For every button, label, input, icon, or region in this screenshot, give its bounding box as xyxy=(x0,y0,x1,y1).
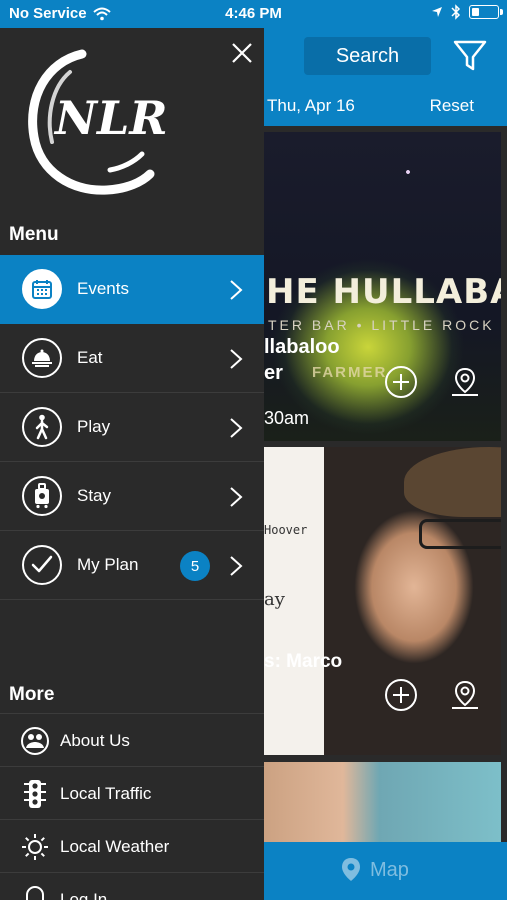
event-card[interactable] xyxy=(258,762,501,842)
poster-text: HE HULLABALOO xyxy=(266,272,501,312)
sun-icon xyxy=(20,832,50,862)
event-title-line: llabaloo xyxy=(264,336,340,358)
map-pin-icon xyxy=(342,858,360,881)
login-icon xyxy=(20,885,50,900)
menu-item-my-plan[interactable]: My Plan 5 xyxy=(0,531,264,600)
event-title: llabaloo er FARMER xyxy=(264,334,388,386)
plan-count-badge: 5 xyxy=(180,551,210,581)
more-item-label: About Us xyxy=(60,731,130,750)
logo-text: NLR xyxy=(53,91,168,145)
food-cloche-icon xyxy=(22,338,62,378)
walking-person-icon xyxy=(22,407,62,447)
date-label[interactable]: Thu, Apr 16 xyxy=(267,96,355,116)
menu-item-label: My Plan xyxy=(77,555,139,574)
menu-item-label: Play xyxy=(77,417,111,436)
poster-subtext: ay xyxy=(264,589,285,610)
more-item-log-in[interactable]: Log In xyxy=(0,872,264,900)
menu-item-label: Eat xyxy=(77,348,103,367)
event-title: s: Marco xyxy=(264,651,343,672)
more-item-local-weather[interactable]: Local Weather xyxy=(0,819,264,872)
map-pin-icon[interactable] xyxy=(448,678,482,712)
event-title-line: er FARMER xyxy=(264,362,388,384)
poster-text: Hoover xyxy=(264,523,308,537)
menu-section-title: Menu xyxy=(9,224,59,245)
close-icon[interactable] xyxy=(229,40,255,66)
map-button-label: Map xyxy=(370,858,409,881)
bluetooth-icon xyxy=(451,4,461,20)
chevron-right-icon xyxy=(230,418,243,438)
filter-icon[interactable] xyxy=(450,36,490,76)
photo-glasses xyxy=(419,519,501,549)
search-button-label: Search xyxy=(335,44,400,67)
poster-overlay-text: FARMER xyxy=(312,364,388,381)
poster-subtext: TER BAR • LITTLE ROCK xyxy=(268,317,495,333)
checkmark-icon xyxy=(22,545,62,585)
event-card[interactable]: Hoover ay s: Marco xyxy=(258,447,501,755)
menu-item-events[interactable]: Events xyxy=(0,255,264,324)
traffic-light-icon xyxy=(20,779,50,809)
luggage-icon xyxy=(22,476,62,516)
chevron-right-icon xyxy=(230,349,243,369)
nlr-logo: NLR xyxy=(22,42,172,202)
add-to-plan-icon[interactable] xyxy=(384,365,418,399)
more-item-about-us[interactable]: About Us xyxy=(0,713,264,766)
reset-button[interactable]: Reset xyxy=(430,96,474,116)
event-card[interactable]: HE HULLABALOO TER BAR • LITTLE ROCK llab… xyxy=(258,132,501,441)
more-item-label: Local Weather xyxy=(60,837,170,856)
menu-item-stay[interactable]: Stay xyxy=(0,462,264,531)
people-icon xyxy=(20,726,50,756)
battery-icon xyxy=(469,5,503,19)
map-button[interactable]: Map xyxy=(340,857,409,883)
menu-item-label: Events xyxy=(77,279,129,298)
more-item-local-traffic[interactable]: Local Traffic xyxy=(0,766,264,819)
event-time: 30am xyxy=(264,408,310,428)
status-bar: No Service 4:46 PM xyxy=(0,0,507,28)
add-to-plan-icon[interactable] xyxy=(384,678,418,712)
menu-item-label: Stay xyxy=(77,486,112,505)
menu-item-play[interactable]: Play xyxy=(0,393,264,462)
event-photo xyxy=(258,762,501,842)
photo-hat xyxy=(404,447,501,517)
location-arrow-icon xyxy=(432,7,442,17)
chevron-right-icon xyxy=(230,280,243,300)
more-section-title: More xyxy=(9,684,55,705)
search-button[interactable]: Search xyxy=(304,37,431,75)
map-pin-icon[interactable] xyxy=(448,365,482,399)
side-menu: NLR Menu Events Eat Play Stay My Plan 5 … xyxy=(0,28,264,900)
more-item-label: Local Traffic xyxy=(60,784,152,803)
chevron-right-icon xyxy=(230,556,243,576)
more-item-label: Log In xyxy=(60,890,108,900)
menu-item-eat[interactable]: Eat xyxy=(0,324,264,393)
chevron-right-icon xyxy=(230,487,243,507)
calendar-icon xyxy=(22,269,62,309)
